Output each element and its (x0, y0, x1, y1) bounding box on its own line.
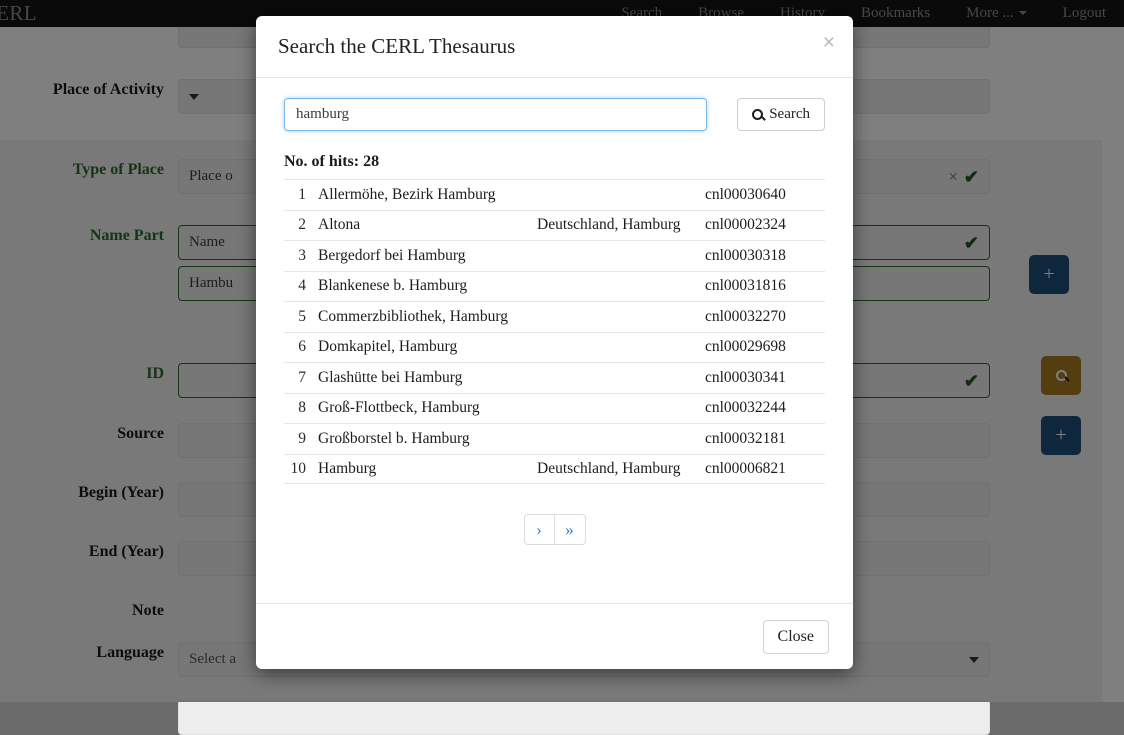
row-id: cnl00030318 (705, 246, 786, 264)
table-row[interactable]: 4 Blankenese b. Hamburg cnl00031816 (284, 270, 825, 302)
row-name: Groß-Flottbeck, Hamburg (318, 399, 480, 417)
row-id: cnl00032244 (705, 399, 786, 417)
row-name: Glashütte bei Hamburg (318, 368, 463, 386)
table-row[interactable]: 2 Altona Deutschland, Hamburg cnl0000232… (284, 209, 825, 241)
last-page-button[interactable]: » (554, 514, 586, 545)
table-row[interactable]: 3 Bergedorf bei Hamburg cnl00030318 (284, 240, 825, 271)
page-root: Place of Activity Type of Place Place o … (0, 0, 1124, 735)
row-id: cnl00006821 (705, 459, 786, 477)
row-number: 4 (298, 277, 306, 295)
thesaurus-search-modal: Search the CERL Thesaurus × hamburg Sear… (256, 16, 853, 669)
table-row[interactable]: 8 Groß-Flottbeck, Hamburg cnl00032244 (284, 392, 825, 424)
pagination-group: › » (523, 514, 586, 545)
close-icon[interactable]: × (823, 32, 835, 53)
row-number: 1 (298, 185, 306, 203)
row-id: cnl00032270 (705, 307, 786, 325)
pagination: › » (284, 514, 825, 545)
table-row[interactable]: 5 Commerzbibliothek, Hamburg cnl00032270 (284, 301, 825, 332)
table-row[interactable]: 1 Allermöhe, Bezirk Hamburg cnl00030640 (284, 179, 825, 210)
row-location: Deutschland, Hamburg (537, 216, 681, 234)
table-row[interactable]: 9 Großborstel b. Hamburg cnl00032181 (284, 423, 825, 454)
search-button[interactable]: Search (737, 98, 825, 131)
row-name: Altona (318, 216, 361, 234)
search-button-label: Search (769, 106, 810, 122)
form-control-bottom-partial (178, 700, 1124, 735)
row-name: Commerzbibliothek, Hamburg (318, 307, 508, 325)
row-number: 8 (298, 399, 306, 417)
row-number: 6 (298, 338, 306, 356)
table-row[interactable]: 6 Domkapitel, Hamburg cnl00029698 (284, 331, 825, 363)
search-input[interactable]: hamburg (284, 98, 708, 131)
search-row: hamburg Search (284, 98, 825, 131)
row-id: cnl00030341 (705, 368, 786, 386)
row-id: cnl00032181 (705, 429, 786, 447)
row-id: cnl00030640 (705, 185, 786, 203)
form-label-bottom-partial (0, 700, 178, 722)
row-number: 3 (298, 246, 306, 264)
close-button[interactable]: Close (762, 619, 829, 654)
form-row-bottom-partial (0, 700, 1124, 735)
row-name: Hamburg (318, 459, 377, 477)
table-row[interactable]: 7 Glashütte bei Hamburg cnl00030341 (284, 362, 825, 393)
row-name: Großborstel b. Hamburg (318, 429, 470, 447)
results-table: 1 Allermöhe, Bezirk Hamburg cnl00030640 … (284, 179, 825, 484)
modal-body: hamburg Search No. of hits: 28 1 Allermö… (256, 78, 853, 603)
row-name: Blankenese b. Hamburg (318, 277, 468, 295)
row-id: cnl00002324 (705, 216, 786, 234)
modal-footer: Close (256, 603, 853, 669)
hits-count-label: No. of hits: 28 (284, 153, 380, 170)
bottom-partial-input[interactable] (178, 700, 990, 735)
row-id: cnl00029698 (705, 338, 786, 356)
search-input-value: hamburg (296, 106, 350, 122)
row-number: 9 (298, 429, 306, 447)
row-number: 7 (298, 368, 306, 386)
next-page-button[interactable]: › (523, 514, 555, 545)
row-number: 5 (298, 307, 306, 325)
search-icon (752, 109, 764, 120)
modal-title: Search the CERL Thesaurus (278, 34, 516, 58)
table-row[interactable]: 10 Hamburg Deutschland, Hamburg cnl00006… (284, 453, 825, 484)
row-location: Deutschland, Hamburg (537, 459, 681, 477)
row-name: Domkapitel, Hamburg (318, 338, 458, 356)
row-number: 10 (290, 459, 307, 477)
row-name: Bergedorf bei Hamburg (318, 246, 466, 264)
row-name: Allermöhe, Bezirk Hamburg (318, 185, 496, 203)
row-number: 2 (298, 216, 306, 234)
row-id: cnl00031816 (705, 277, 786, 295)
modal-header: Search the CERL Thesaurus × (256, 16, 853, 78)
